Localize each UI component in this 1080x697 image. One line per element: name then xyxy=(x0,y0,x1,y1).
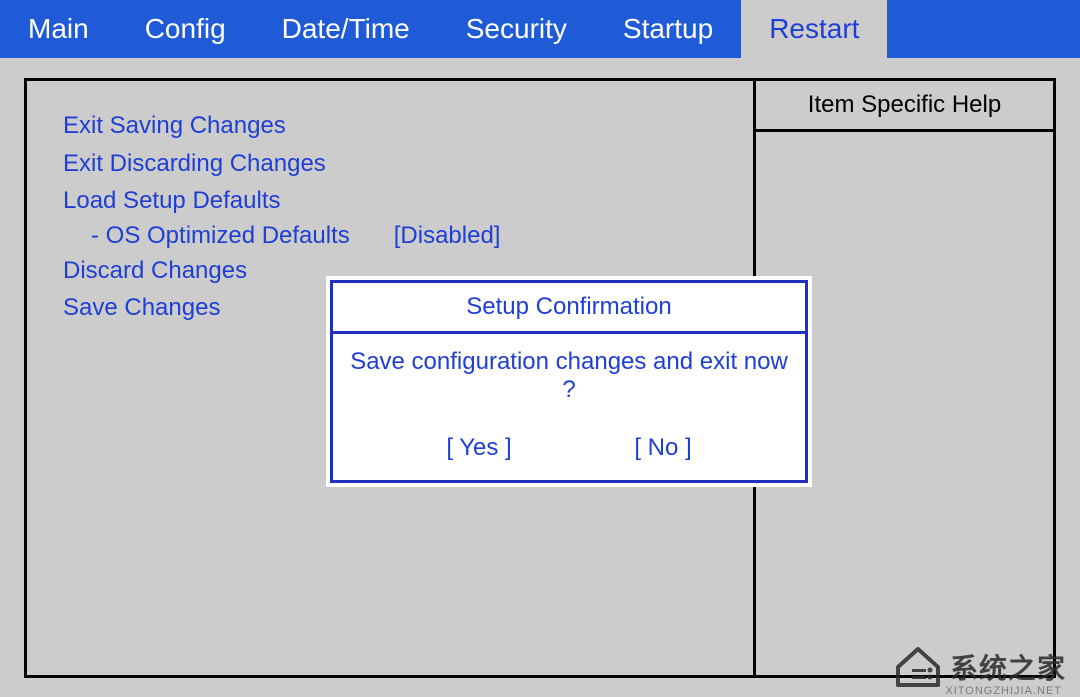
dialog-title: Setup Confirmation xyxy=(333,283,805,334)
bios-menubar: Main Config Date/Time Security Startup R… xyxy=(0,0,1080,58)
tab-date-time[interactable]: Date/Time xyxy=(254,0,438,58)
dialog-message: Save configuration changes and exit now … xyxy=(345,348,793,404)
menu-load-setup-defaults[interactable]: Load Setup Defaults xyxy=(63,184,717,218)
dialog-yes-button[interactable]: [ Yes ] xyxy=(446,434,511,462)
menu-os-optimized-defaults-row[interactable]: - OS Optimized Defaults [Disabled] xyxy=(63,222,717,250)
tab-config[interactable]: Config xyxy=(117,0,254,58)
house-icon xyxy=(894,645,942,689)
menu-exit-saving-changes[interactable]: Exit Saving Changes xyxy=(63,109,717,143)
watermark-subtext: XITONGZHIJIA.NET xyxy=(945,685,1062,697)
watermark: 系统之家 xyxy=(894,645,1066,689)
dialog-body: Save configuration changes and exit now … xyxy=(333,334,805,480)
tab-restart[interactable]: Restart xyxy=(741,0,887,58)
tab-security[interactable]: Security xyxy=(438,0,595,58)
help-pane-title: Item Specific Help xyxy=(756,81,1053,132)
tab-startup[interactable]: Startup xyxy=(595,0,741,58)
setup-confirmation-dialog: Setup Confirmation Save configuration ch… xyxy=(330,280,808,483)
menu-os-optimized-defaults-label: - OS Optimized Defaults xyxy=(63,222,350,250)
tab-main[interactable]: Main xyxy=(0,0,117,58)
menu-exit-discarding-changes[interactable]: Exit Discarding Changes xyxy=(63,147,717,181)
dialog-no-button[interactable]: [ No ] xyxy=(634,434,691,462)
menu-os-optimized-defaults-value: [Disabled] xyxy=(394,222,501,250)
watermark-text: 系统之家 xyxy=(950,647,1066,687)
dialog-buttons: [ Yes ] [ No ] xyxy=(345,434,793,468)
